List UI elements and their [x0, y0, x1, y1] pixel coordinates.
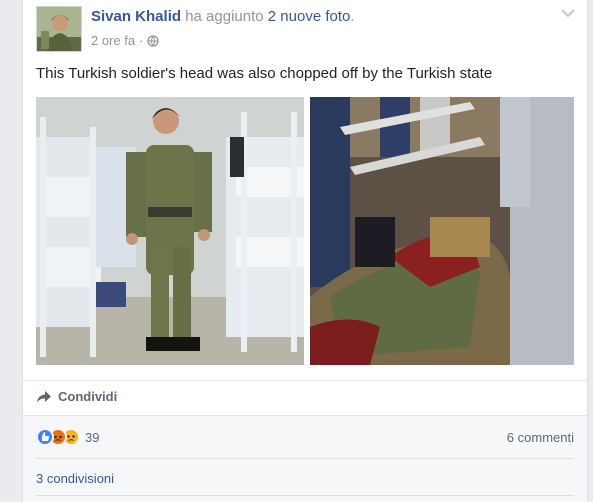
photo-2[interactable]: [310, 97, 574, 365]
avatar[interactable]: [36, 6, 82, 52]
like-icon: [36, 428, 54, 446]
post-card: Sivan Khalid ha aggiunto 2 nuove foto. 2…: [22, 0, 588, 502]
action-text: ha aggiunto: [185, 8, 264, 25]
share-arrow-icon: [37, 390, 51, 402]
author-name[interactable]: Sivan Khalid: [91, 8, 181, 25]
post-text: This Turkish soldier's head was also cho…: [36, 65, 493, 82]
scene-photo: [310, 97, 574, 365]
meta-separator: ·: [139, 33, 144, 48]
action-suffix: .: [350, 8, 355, 25]
globe-icon[interactable]: [147, 34, 160, 47]
chevron-down-icon[interactable]: [561, 8, 575, 18]
avatar-image: [37, 7, 81, 51]
reactions-summary[interactable]: 39: [36, 428, 99, 446]
divider: [23, 380, 587, 381]
comments-count-link[interactable]: 6 commenti: [507, 430, 574, 445]
share-label: Condividi: [58, 389, 118, 404]
soldier-photo: [36, 97, 304, 365]
reaction-count: 39: [85, 429, 100, 445]
share-button[interactable]: Condividi: [36, 389, 117, 404]
divider: [36, 495, 574, 496]
timestamp[interactable]: 2 ore fa: [91, 33, 135, 48]
new-photos-link[interactable]: 2 nuove foto: [268, 8, 351, 25]
post-meta: 2 ore fa ·: [91, 33, 160, 48]
post-header: Sivan Khalid ha aggiunto 2 nuove foto.: [91, 8, 355, 25]
photo-1[interactable]: [36, 97, 304, 365]
shares-count-link[interactable]: 3 condivisioni: [36, 471, 114, 486]
divider: [36, 458, 574, 459]
